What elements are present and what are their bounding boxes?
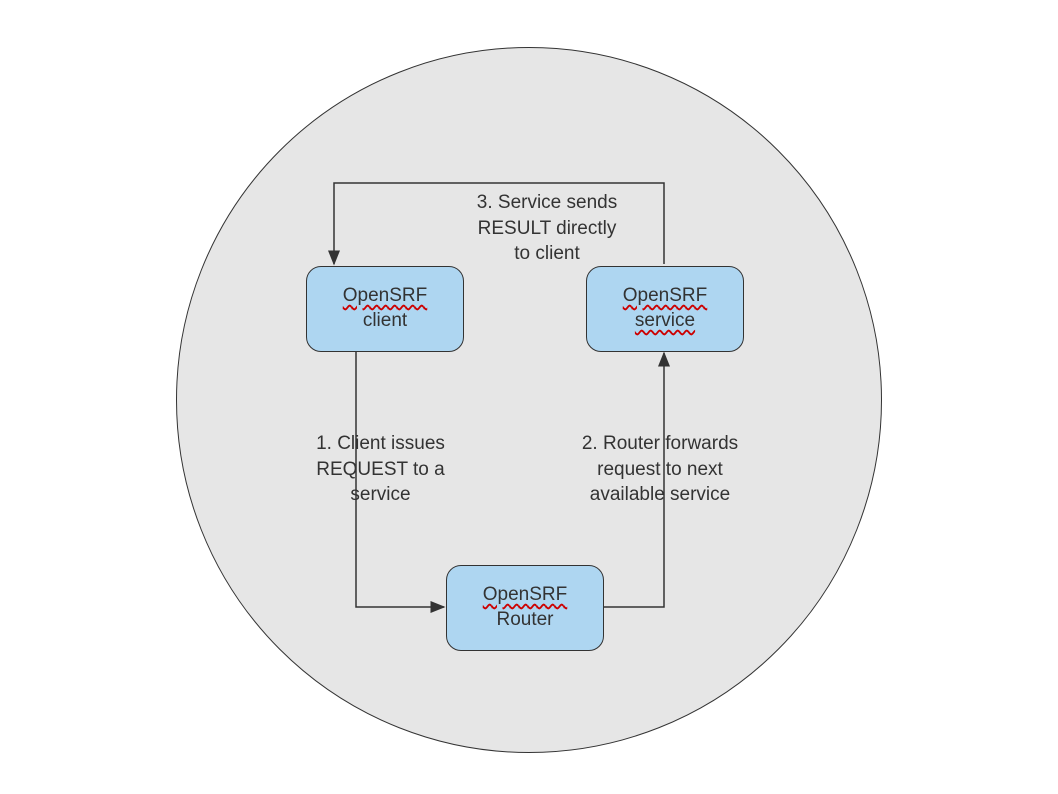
node-client-line1: OpenSRF <box>343 284 427 309</box>
node-client-line2: client <box>363 309 407 334</box>
node-opensrf-client: OpenSRF client <box>306 266 464 352</box>
node-router-line1: OpenSRF <box>483 583 567 608</box>
step2-line3: available service <box>590 484 730 505</box>
edge-label-step1: 1. Client issues REQUEST to a service <box>283 431 478 508</box>
node-router-line2: Router <box>496 608 553 633</box>
edge-label-step2: 2. Router forwards request to next avail… <box>555 431 765 508</box>
step2-line1: 2. Router forwards <box>582 433 738 454</box>
edge-label-step3: 3. Service sends RESULT directly to clie… <box>432 190 662 267</box>
step3-line1: 3. Service sends <box>477 192 617 213</box>
step1-line2: REQUEST to a <box>316 459 444 480</box>
step2-line2: request to next <box>597 459 723 480</box>
step1-line1: 1. Client issues <box>316 433 445 454</box>
diagram-canvas: OpenSRF client OpenSRF service OpenSRF R… <box>0 0 1058 794</box>
node-opensrf-service: OpenSRF service <box>586 266 744 352</box>
step3-line2: RESULT directly <box>478 218 617 239</box>
step3-line3: to client <box>514 243 579 264</box>
step1-line3: service <box>350 484 410 505</box>
node-service-line1: OpenSRF <box>623 284 707 309</box>
node-opensrf-router: OpenSRF Router <box>446 565 604 651</box>
node-service-line2: service <box>635 309 695 334</box>
